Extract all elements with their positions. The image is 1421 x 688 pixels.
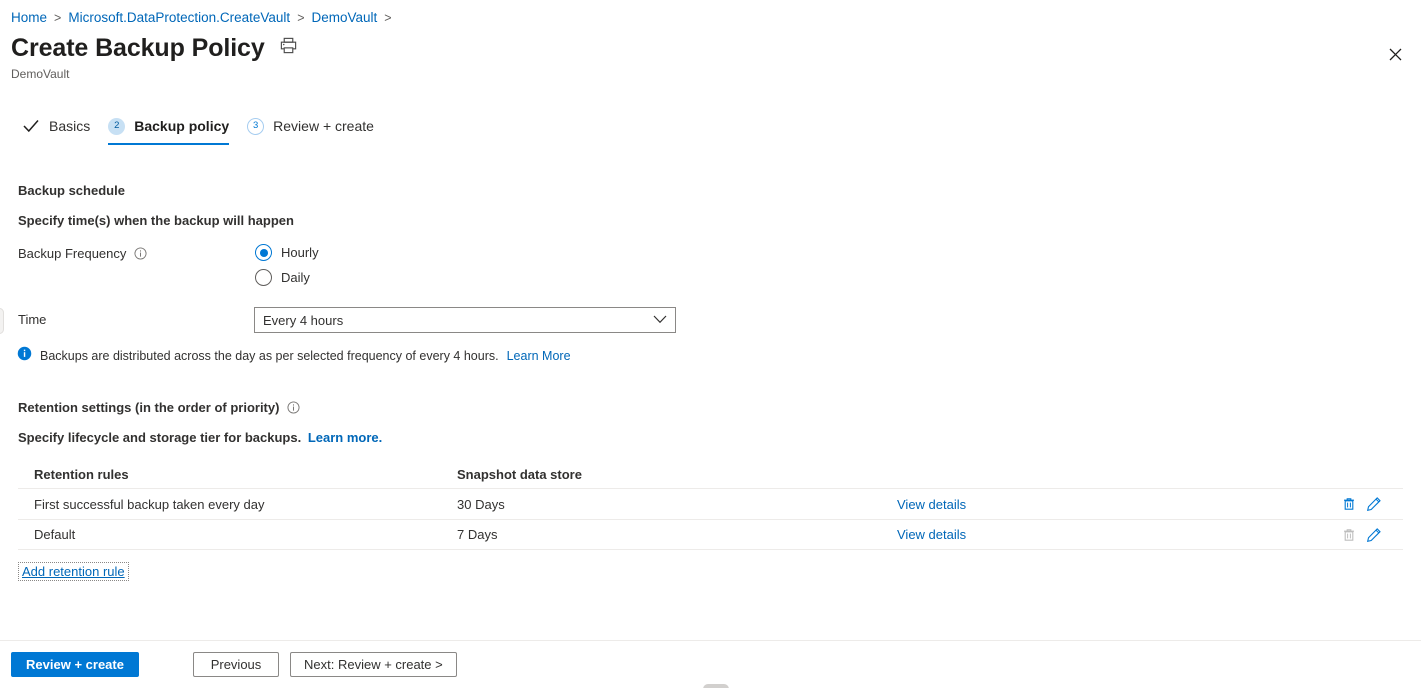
printer-icon[interactable] [279,36,298,60]
retention-description-row: Specify lifecycle and storage tier for b… [18,429,382,447]
time-label: Time [18,312,47,327]
next-button[interactable]: Next: Review + create > [290,652,457,677]
trash-icon[interactable] [1340,495,1358,513]
wizard-footer: Review + create Previous Next: Review + … [0,640,1421,688]
row-view-details-link[interactable]: View details [897,497,966,512]
active-tab-underline [108,143,230,145]
breadcrumb-separator: > [54,11,62,25]
radio-daily[interactable]: Daily [255,265,319,290]
backup-distribution-banner: Backups are distributed across the day a… [17,346,571,366]
chevron-down-icon [653,311,667,329]
row-rule-name: Default [34,527,76,542]
table-row: First successful backup taken every day … [18,488,1403,519]
row-snapshot-store: 7 Days [457,527,498,542]
tab-basics[interactable]: Basics [18,112,104,145]
backup-frequency-label: Backup Frequency [18,246,127,261]
retention-heading-row: Retention settings (in the order of prio… [18,399,300,419]
backup-schedule-heading: Backup schedule [18,183,125,198]
retention-heading: Retention settings (in the order of prio… [18,400,280,415]
bottom-popup-nub [703,684,729,688]
breadcrumb-item-demovault[interactable]: DemoVault [312,9,378,27]
radio-hourly[interactable]: Hourly [255,240,319,265]
row-snapshot-store: 30 Days [457,496,505,512]
banner-text: Backups are distributed across the day a… [40,348,499,363]
close-icon[interactable] [1379,38,1411,70]
radio-daily-control [255,269,272,286]
page-title: Create Backup Policy [11,34,265,62]
page-subtitle: DemoVault [11,67,70,81]
backup-frequency-radio-group: Hourly Daily [255,240,319,290]
radio-hourly-label: Hourly [281,245,319,260]
info-circle-icon[interactable] [287,401,300,417]
title-row: Create Backup Policy [11,32,298,64]
breadcrumb-item-create-vault[interactable]: Microsoft.DataProtection.CreateVault [68,9,290,27]
radio-daily-label: Daily [281,270,310,285]
table-header-row: Retention rules Snapshot data store [18,460,1403,488]
radio-hourly-control [255,244,272,261]
time-dropdown-value: Every 4 hours [263,312,344,328]
trash-icon [1340,526,1358,544]
table-row: Default 7 Days View details [18,519,1403,550]
add-retention-rule-link[interactable]: Add retention rule [18,562,129,581]
radio-hourly-dot [259,248,268,257]
pencil-icon[interactable] [1365,495,1383,513]
column-header-snapshot-data-store: Snapshot data store [457,466,582,482]
wizard-tabs: Basics 2 Backup policy 3 Review + create [18,112,388,145]
time-dropdown[interactable]: Every 4 hours [254,307,676,333]
backup-frequency-label-row: Backup Frequency [18,245,147,265]
tab-review-create-label: Review + create [273,118,374,134]
info-filled-icon [17,346,32,366]
info-circle-icon[interactable] [134,247,147,263]
check-icon [22,117,40,135]
create-backup-policy-blade: Home > Microsoft.DataProtection.CreateVa… [0,0,1421,688]
step-badge-3: 3 [247,117,265,135]
tab-review-create[interactable]: 3 Review + create [243,112,388,145]
previous-button[interactable]: Previous [193,652,279,677]
tab-basics-label: Basics [49,118,91,134]
breadcrumb-separator: > [297,11,305,25]
row-rule-name: First successful backup taken every day [34,496,265,512]
breadcrumb-item-home[interactable]: Home [11,9,47,27]
retention-rules-table: Retention rules Snapshot data store Firs… [18,460,1403,550]
backup-schedule-description: Specify time(s) when the backup will hap… [18,213,294,228]
step-badge-2: 2 [108,117,126,135]
banner-learn-more-link[interactable]: Learn More [507,348,571,365]
retention-learn-more-link[interactable]: Learn more. [308,430,382,445]
review-create-button[interactable]: Review + create [11,652,139,677]
tab-backup-policy-label: Backup policy [134,118,230,134]
pencil-icon[interactable] [1365,526,1383,544]
row-view-details-link[interactable]: View details [897,527,966,542]
blade-resize-handle[interactable] [0,308,4,334]
breadcrumb-separator: > [384,11,392,25]
tab-backup-policy[interactable]: 2 Backup policy [104,112,243,145]
retention-description: Specify lifecycle and storage tier for b… [18,430,302,445]
column-header-retention-rules: Retention rules [34,466,129,482]
breadcrumb: Home > Microsoft.DataProtection.CreateVa… [11,9,392,27]
